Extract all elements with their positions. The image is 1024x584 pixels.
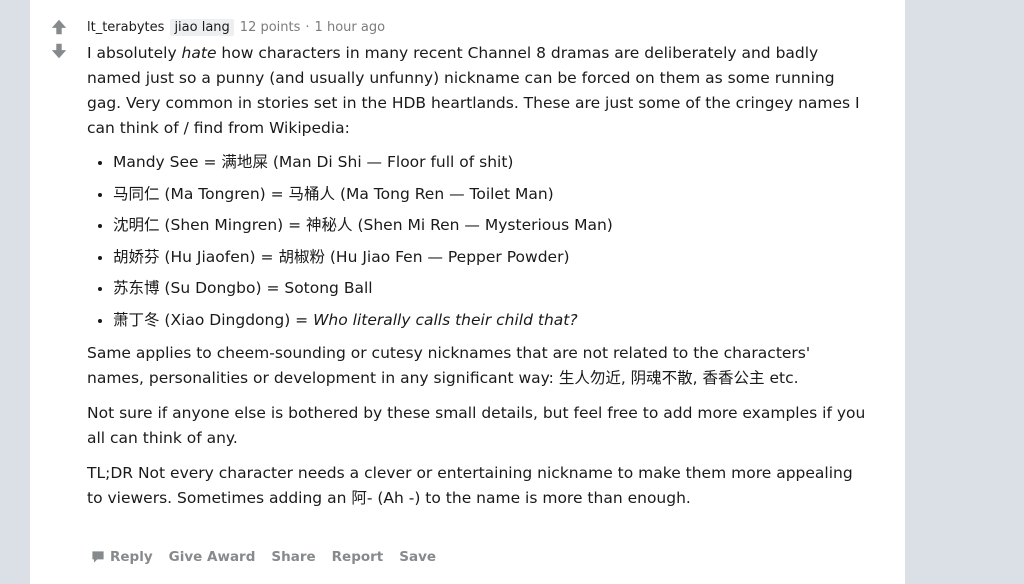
paragraph-tldr: TL;DR Not every character needs a clever… xyxy=(87,463,853,507)
list-item-text: 萧丁冬 (Xiao Dingdong) = xyxy=(113,310,314,329)
user-flair: jiao lang xyxy=(170,18,234,36)
give-award-button[interactable]: Give Award xyxy=(169,549,256,565)
list-item: 胡娇芬 (Hu Jiaofen) = 胡椒粉 (Hu Jiao Fen — Pe… xyxy=(113,246,867,268)
paragraph-bothered: Not sure if anyone else is bothered by t… xyxy=(87,403,866,447)
paragraph-nicknames: Same applies to cheem-sounding or cutesy… xyxy=(87,343,811,387)
list-item: 萧丁冬 (Xiao Dingdong) = Who literally call… xyxy=(113,309,867,331)
reply-button[interactable]: Reply xyxy=(90,549,153,565)
list-item-emphasis: Who literally calls their child that? xyxy=(313,310,578,329)
downvote-arrow-icon[interactable] xyxy=(50,42,68,60)
list-item: 马同仁 (Ma Tongren) = 马桶人 (Ma Tong Ren — To… xyxy=(113,183,867,205)
timestamp[interactable]: 1 hour ago xyxy=(315,20,385,35)
list-item: 苏东博 (Su Dongbo) = Sotong Ball xyxy=(113,277,867,299)
reply-label: Reply xyxy=(110,549,153,565)
comment-meta: lt_terabytes jiao lang 12 points · 1 hou… xyxy=(87,17,867,37)
upvote-arrow-icon[interactable] xyxy=(50,18,68,36)
meta-separator: · xyxy=(305,19,310,35)
comment-content: lt_terabytes jiao lang 12 points · 1 hou… xyxy=(87,17,867,521)
comment-actions: Reply Give Award Share Report Save xyxy=(90,549,436,565)
share-label: Share xyxy=(271,549,316,565)
give-award-label: Give Award xyxy=(168,549,256,565)
intro-paragraph: I absolutely hate how characters in many… xyxy=(87,41,867,141)
save-button[interactable]: Save xyxy=(399,549,436,565)
points-count: 12 points xyxy=(239,19,301,35)
author-link[interactable]: lt_terabytes xyxy=(87,20,164,35)
vote-column xyxy=(50,18,68,60)
save-label: Save xyxy=(399,549,437,565)
share-button[interactable]: Share xyxy=(271,549,315,565)
intro-text-start: I absolutely xyxy=(87,44,182,62)
speech-bubble-icon xyxy=(92,551,104,563)
report-button[interactable]: Report xyxy=(332,549,384,565)
intro-emphasis: hate xyxy=(181,44,217,62)
list-item: 沈明仁 (Shen Mingren) = 神秘人 (Shen Mi Ren — … xyxy=(113,214,867,236)
names-list: Mandy See = 满地屎 (Man Di Shi — Floor full… xyxy=(87,151,867,331)
comment-body: I absolutely hate how characters in many… xyxy=(87,41,867,511)
report-label: Report xyxy=(331,549,384,565)
list-item: Mandy See = 满地屎 (Man Di Shi — Floor full… xyxy=(113,151,867,173)
